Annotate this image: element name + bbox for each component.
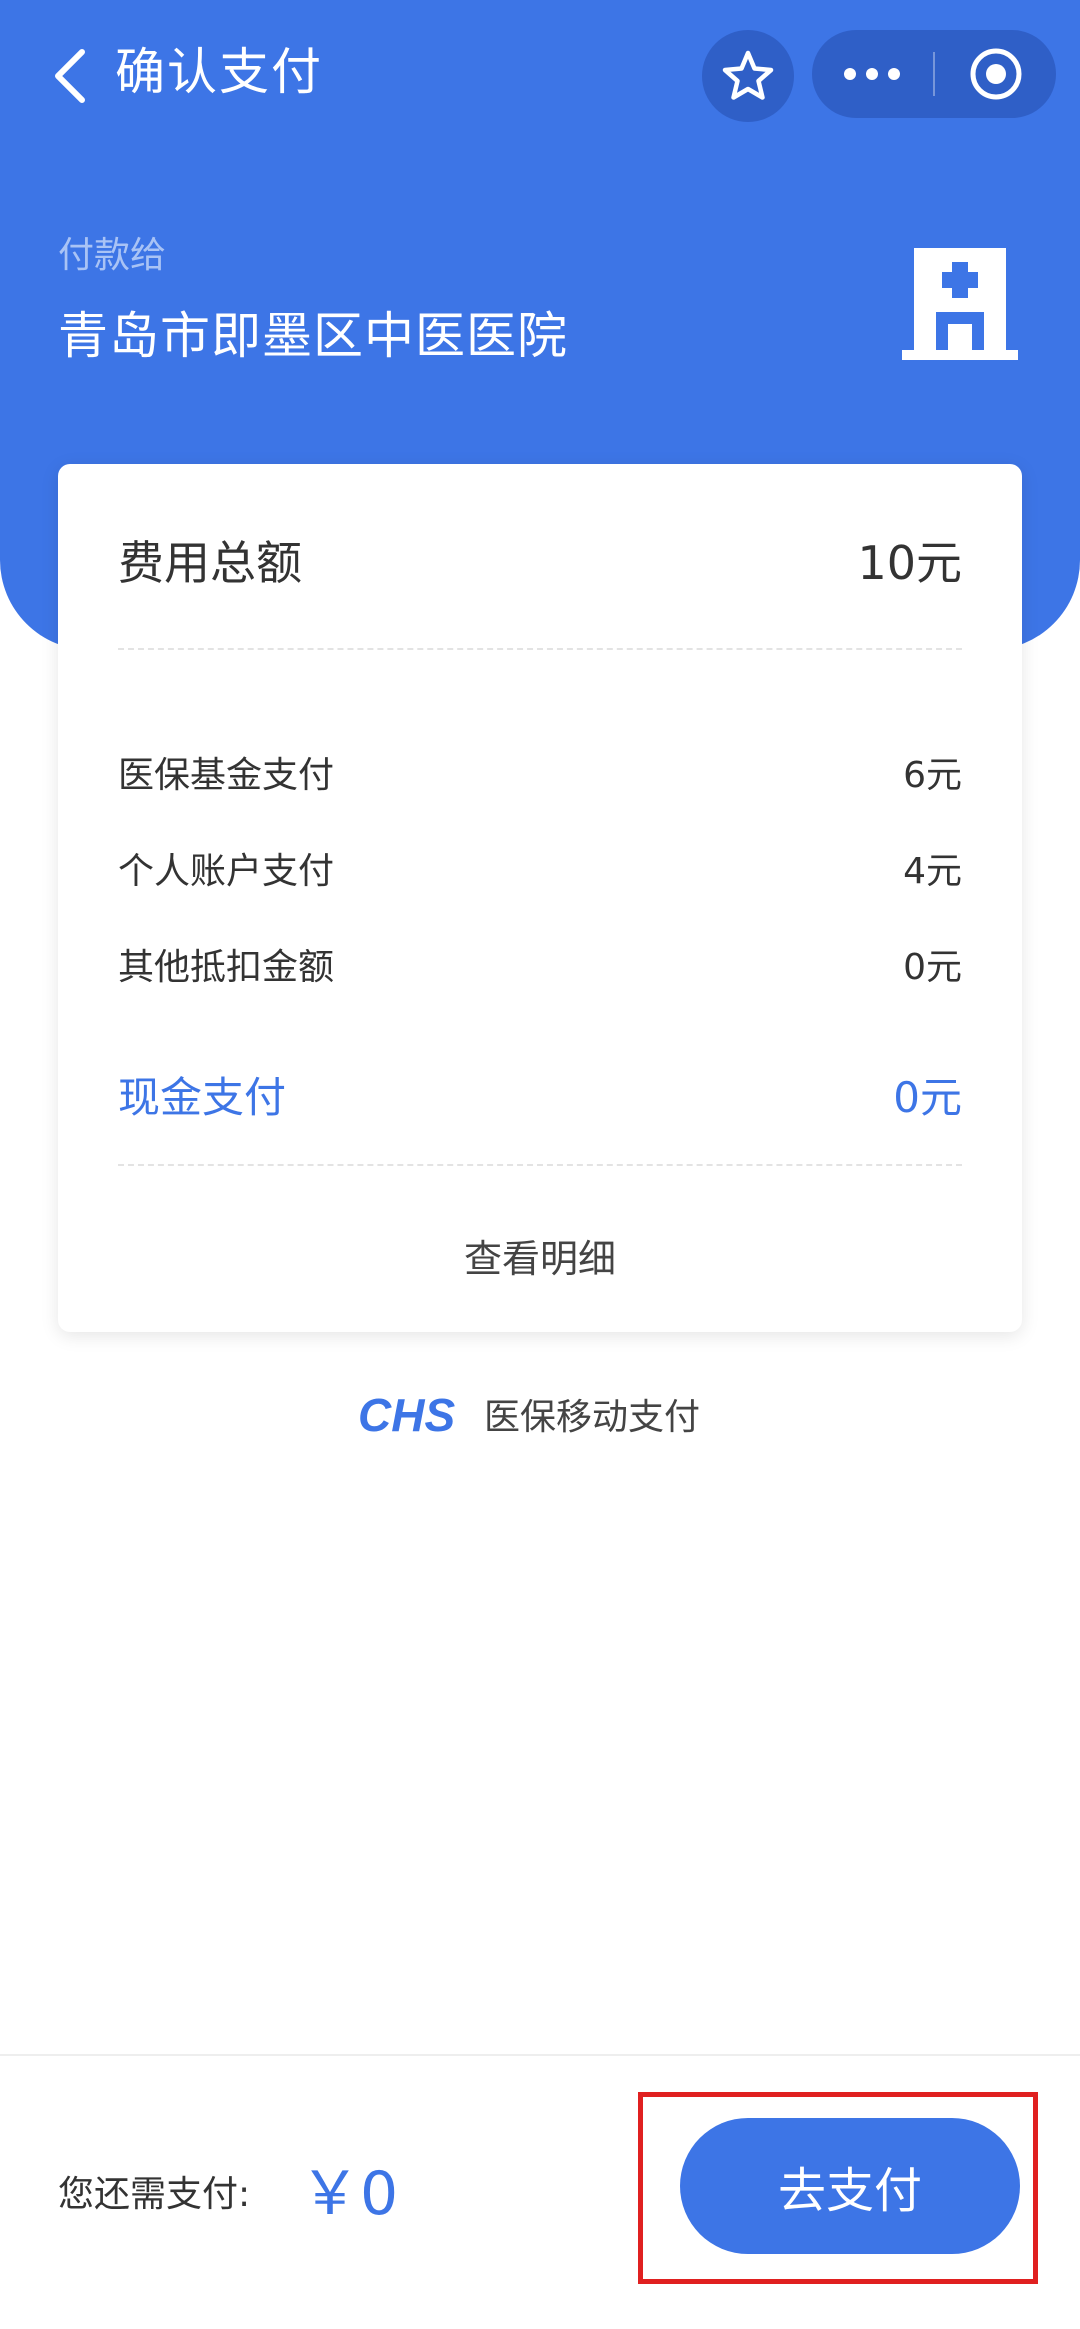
total-value: 10元 xyxy=(857,536,962,590)
target-circle-icon xyxy=(970,48,1022,100)
brand-text: 医保移动支付 xyxy=(484,1397,701,1438)
item-value: 0元 xyxy=(903,947,962,988)
chevron-left-icon xyxy=(55,49,85,103)
payment-summary-card: 费用总额 10元 医保基金支付 6元 个人账户支付 4元 其他抵扣金额 0元 现… xyxy=(58,464,1022,1332)
remaining-label: 您还需支付: xyxy=(58,2174,251,2215)
favorite-button[interactable] xyxy=(702,30,794,122)
item-value: 6元 xyxy=(903,755,962,796)
item-label: 医保基金支付 xyxy=(118,755,335,796)
close-button[interactable] xyxy=(936,30,1056,118)
divider xyxy=(118,648,962,650)
cash-label: 现金支付 xyxy=(118,1072,287,1122)
hospital-icon xyxy=(902,248,1018,360)
pay-to-label: 付款给 xyxy=(58,235,167,276)
view-details-link[interactable]: 查看明细 xyxy=(58,1224,1022,1294)
total-label: 费用总额 xyxy=(118,536,302,590)
footer-divider xyxy=(0,2054,1080,2056)
chs-logo-icon: CHS xyxy=(358,1389,455,1439)
list-item: 个人账户支付 4元 xyxy=(118,840,962,896)
capsule-divider xyxy=(933,52,935,96)
mini-program-capsule xyxy=(812,30,1056,118)
cash-value: 0元 xyxy=(893,1072,962,1122)
nav-bar: 确认支付 xyxy=(0,0,1080,150)
item-label: 个人账户支付 xyxy=(118,851,335,892)
hospital-name: 青岛市即墨区中医医院 xyxy=(58,307,568,365)
pay-button[interactable]: 去支付 xyxy=(680,2118,1020,2254)
list-item: 医保基金支付 6元 xyxy=(118,744,962,800)
item-value: 4元 xyxy=(903,851,962,892)
back-button[interactable] xyxy=(30,36,110,116)
list-item: 其他抵扣金额 0元 xyxy=(118,936,962,992)
item-label: 其他抵扣金额 xyxy=(118,947,335,988)
more-dots-icon xyxy=(844,68,900,80)
svg-text:CHS: CHS xyxy=(358,1389,455,1439)
cash-row: 现金支付 0元 xyxy=(118,1062,962,1126)
page-title: 确认支付 xyxy=(115,43,323,101)
brand-footer: CHS 医保移动支付 xyxy=(358,1384,700,1444)
divider xyxy=(118,1164,962,1166)
more-button[interactable] xyxy=(812,30,932,118)
star-icon xyxy=(722,50,774,100)
remaining-amount: ￥0 xyxy=(300,2159,399,2229)
total-row: 费用总额 10元 xyxy=(118,524,962,596)
